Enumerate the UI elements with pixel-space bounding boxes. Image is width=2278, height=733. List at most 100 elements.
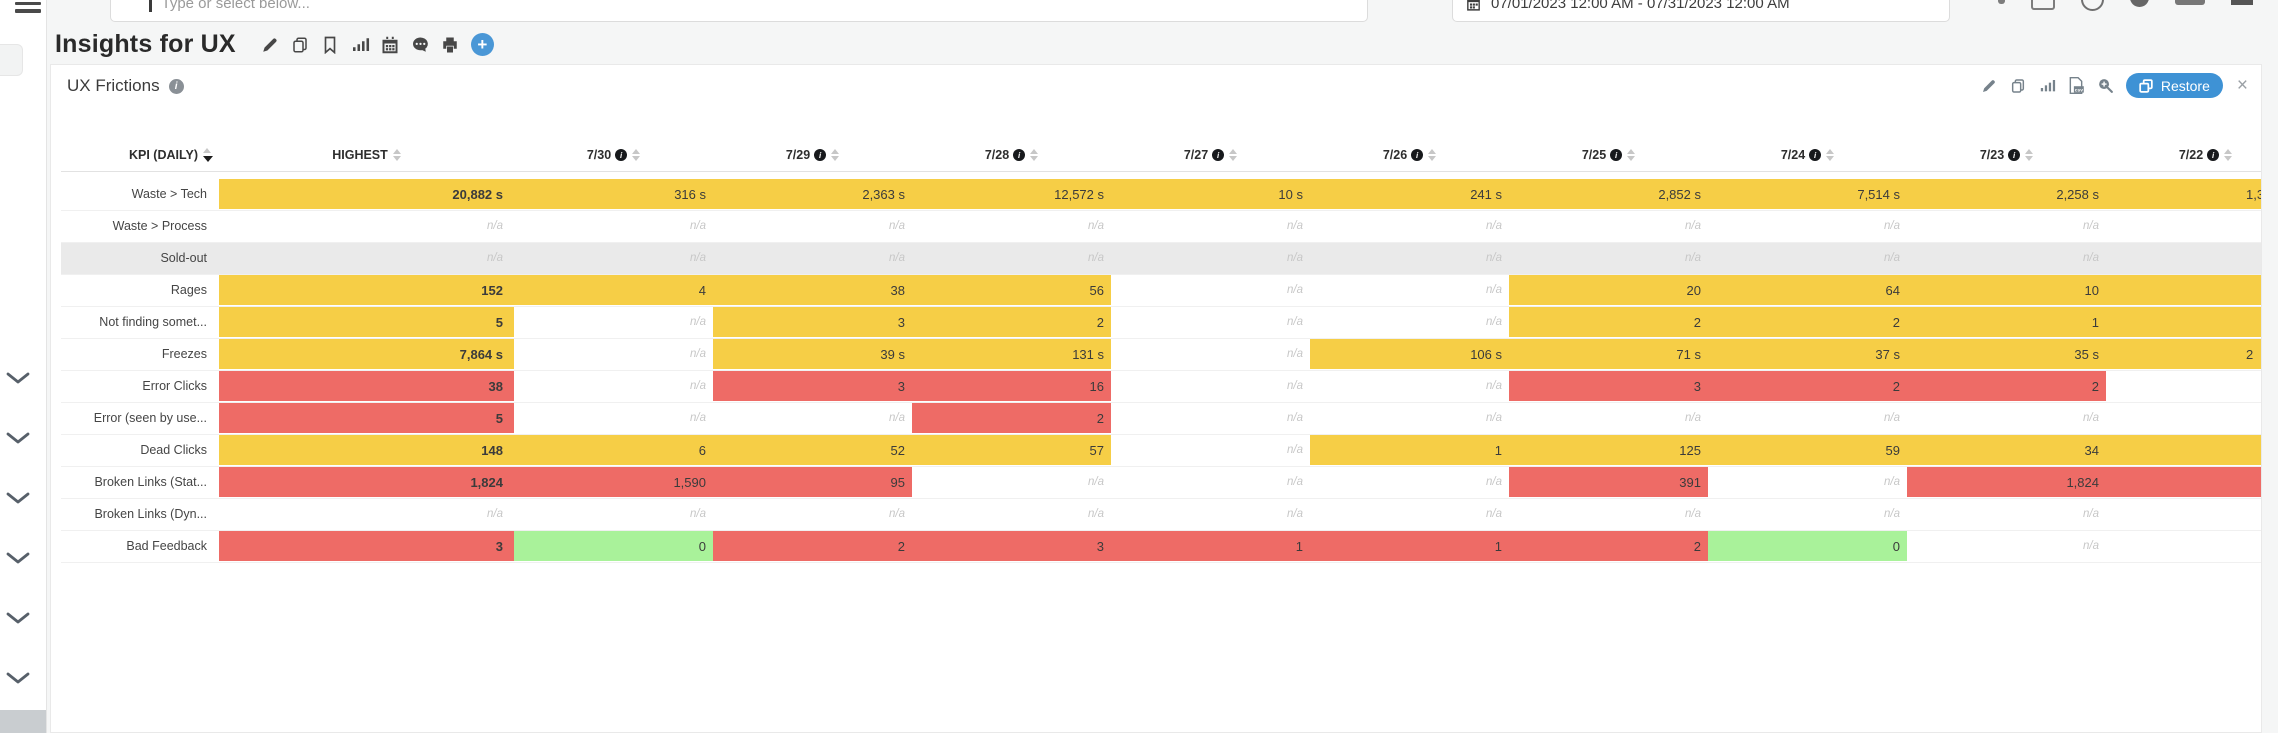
date-cell: 71 s	[1509, 339, 1708, 369]
row-label[interactable]: Error Clicks	[61, 371, 219, 401]
toolbar-icon-clipped[interactable]	[2175, 0, 2205, 5]
row-label[interactable]: Broken Links (Stat...	[61, 467, 219, 497]
column-header-date[interactable]: 7/30i	[514, 148, 713, 162]
toolbar-icon-clipped[interactable]	[2231, 0, 2253, 5]
row-label[interactable]: Waste > Tech	[61, 179, 219, 209]
date-cell: n/a	[1907, 531, 2106, 561]
chevron-down-icon[interactable]	[5, 431, 31, 445]
sort-arrows-icon[interactable]	[1030, 149, 1038, 162]
info-icon[interactable]: i	[1411, 149, 1423, 161]
left-sidebar-rail	[0, 0, 47, 733]
info-icon[interactable]: i	[1809, 149, 1821, 161]
sort-arrows-icon[interactable]	[632, 149, 640, 162]
info-icon[interactable]: i	[169, 79, 184, 94]
kpi-table: KPI (DAILY)HIGHEST7/30i7/29i7/28i7/27i7/…	[61, 139, 2262, 563]
export-csv-icon[interactable]: csv	[2068, 77, 2085, 94]
sort-arrows-icon[interactable]	[203, 148, 213, 162]
date-cell: 2	[912, 403, 1111, 433]
chevron-down-icon[interactable]	[5, 491, 31, 505]
row-label[interactable]: Rages	[61, 275, 219, 305]
column-header-kpi[interactable]: KPI (DAILY)	[61, 148, 219, 162]
window-restore-icon	[2139, 79, 2153, 93]
highest-cell: 5	[219, 403, 514, 433]
sidebar-scroll-track[interactable]	[0, 710, 46, 733]
copy-icon[interactable]	[2010, 77, 2027, 94]
bar-chart-icon[interactable]	[2039, 77, 2056, 94]
row-label[interactable]: Broken Links (Dyn...	[61, 499, 219, 529]
date-cell: 52	[713, 435, 912, 465]
toolbar-icon-clipped[interactable]	[2130, 0, 2149, 7]
date-cell: n/a	[1708, 211, 1907, 241]
sort-arrows-icon[interactable]	[831, 149, 839, 162]
sort-arrows-icon[interactable]	[1229, 149, 1237, 162]
sort-arrows-icon[interactable]	[2224, 149, 2232, 162]
sort-arrows-icon[interactable]	[1627, 149, 1635, 162]
column-header-date[interactable]: 7/23i	[1907, 148, 2106, 162]
info-icon[interactable]: i	[1610, 149, 1622, 161]
kpi-table-body: Waste > Tech20,882 s316 s2,363 s12,572 s…	[61, 179, 2262, 563]
column-header-date[interactable]: 7/25i	[1509, 148, 1708, 162]
column-header-highest[interactable]: HIGHEST	[219, 148, 514, 162]
chevron-down-icon[interactable]	[5, 371, 31, 385]
date-cell: n/a	[1111, 467, 1310, 497]
date-cell: n/a	[1708, 403, 1907, 433]
bookmark-icon[interactable]	[321, 35, 340, 54]
info-icon[interactable]: i	[1013, 149, 1025, 161]
date-range-picker[interactable]: 07/01/2023 12:00 AM - 07/31/2023 12:00 A…	[1452, 0, 1950, 22]
search-input[interactable]	[160, 0, 1354, 13]
page-title: Insights for UX	[55, 30, 236, 59]
table-row: Bad Feedback30231120n/a	[61, 531, 2262, 563]
row-label[interactable]: Waste > Process	[61, 211, 219, 241]
add-insight-button[interactable]: +	[471, 33, 494, 56]
column-header-date[interactable]: 7/27i	[1111, 148, 1310, 162]
kpi-search-box[interactable]	[110, 0, 1368, 22]
copy-icon[interactable]	[291, 35, 310, 54]
svg-text:csv: csv	[2075, 89, 2083, 94]
row-label[interactable]: Not finding somet...	[61, 307, 219, 337]
row-label[interactable]: Error (seen by use...	[61, 403, 219, 433]
info-icon[interactable]: i	[2008, 149, 2020, 161]
row-label[interactable]: Dead Clicks	[61, 435, 219, 465]
column-header-date[interactable]: 7/22i	[2106, 148, 2262, 162]
date-cell: n/a	[1708, 499, 1907, 529]
sort-arrows-icon[interactable]	[1428, 149, 1436, 162]
restore-button[interactable]: Restore	[2126, 73, 2223, 98]
row-label[interactable]: Sold-out	[61, 243, 219, 273]
sort-arrows-icon[interactable]	[1826, 149, 1834, 162]
column-header-date[interactable]: 7/28i	[912, 148, 1111, 162]
chevron-down-icon[interactable]	[5, 551, 31, 565]
date-cell: n/a	[514, 403, 713, 433]
date-cell: n/a	[1907, 499, 2106, 529]
sort-arrows-icon[interactable]	[393, 149, 401, 162]
toolbar-icon-clipped[interactable]	[2081, 0, 2104, 11]
page-heading-row: Insights for UX +	[55, 30, 494, 59]
column-header-date[interactable]: 7/26i	[1310, 148, 1509, 162]
chevron-down-icon[interactable]	[5, 611, 31, 625]
printer-icon[interactable]	[441, 35, 460, 54]
toolbar-icon-clipped[interactable]	[1998, 0, 2005, 4]
date-cell: 4	[514, 275, 713, 305]
toolbar-icon-clipped[interactable]	[2031, 0, 2055, 10]
calendar-icon[interactable]	[381, 35, 400, 54]
date-cell: n/a	[1111, 307, 1310, 337]
sort-arrows-icon[interactable]	[2025, 149, 2033, 162]
edit-pencil-icon[interactable]	[261, 35, 280, 54]
date-cell: n/a	[912, 467, 1111, 497]
column-header-date[interactable]: 7/24i	[1708, 148, 1907, 162]
comment-icon[interactable]	[411, 35, 430, 54]
close-icon[interactable]: ×	[2237, 76, 2248, 95]
edit-pencil-icon[interactable]	[1981, 77, 1998, 94]
column-header-date[interactable]: 7/29i	[713, 148, 912, 162]
date-cell: 125	[1509, 435, 1708, 465]
row-label[interactable]: Bad Feedback	[61, 531, 219, 561]
chevron-down-icon[interactable]	[5, 671, 31, 685]
row-label[interactable]: Freezes	[61, 339, 219, 369]
table-row: Broken Links (Dyn...n/an/an/an/an/an/an/…	[61, 499, 2262, 531]
global-toolbar-clipped	[1998, 0, 2253, 10]
info-icon[interactable]: i	[2207, 149, 2219, 161]
info-icon[interactable]: i	[615, 149, 627, 161]
zoom-in-icon[interactable]	[2097, 77, 2114, 94]
info-icon[interactable]: i	[814, 149, 826, 161]
info-icon[interactable]: i	[1212, 149, 1224, 161]
bar-chart-icon[interactable]	[351, 35, 370, 54]
